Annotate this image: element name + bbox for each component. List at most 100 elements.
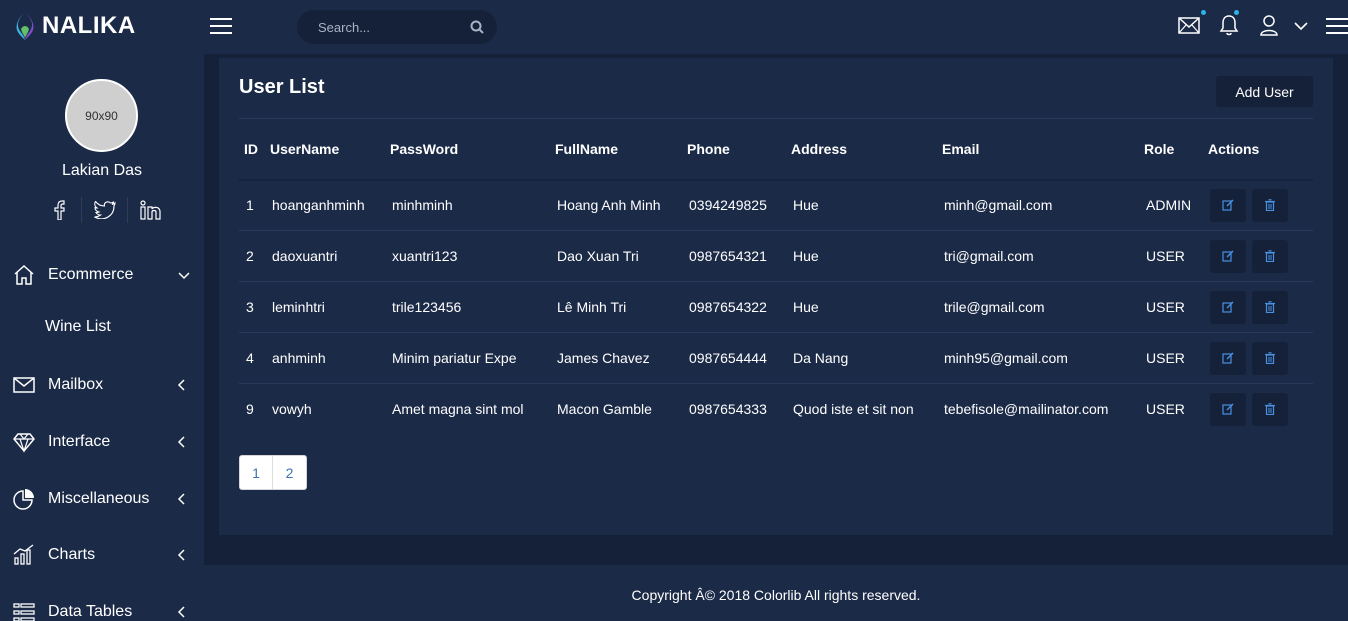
- cell-user-id: 4: [246, 350, 254, 366]
- edit-button[interactable]: [1210, 239, 1246, 273]
- cell-address: Quod iste et sit non: [793, 401, 914, 418]
- brand-logo[interactable]: NALIKA: [14, 8, 136, 44]
- sidebar-item-ecommerce[interactable]: Ecommerce: [0, 260, 204, 290]
- edit-button[interactable]: [1210, 341, 1246, 375]
- cell-address: Hue: [793, 299, 819, 315]
- avatar[interactable]: 90x90: [65, 79, 138, 152]
- cell-actions: [1203, 180, 1313, 231]
- sidebar-item-label: Data Tables: [48, 603, 133, 620]
- cell-user-id: 3: [246, 299, 254, 315]
- sidebar-toggle-icon[interactable]: [210, 17, 232, 35]
- cell-full-name: James Chavez: [557, 350, 650, 366]
- table-row[interactable]: 4 anhminh Minim pariatur Expe James Chavez 0…: [239, 333, 1313, 384]
- mail-notification-dot: [1201, 10, 1206, 15]
- cell-address: Da Nang: [793, 350, 849, 366]
- chevron-left-icon: [177, 379, 185, 391]
- page-link-1[interactable]: 1: [240, 456, 273, 489]
- delete-button[interactable]: [1252, 239, 1288, 273]
- cell-email: minh@gmail.com: [944, 197, 1053, 214]
- menu-icon[interactable]: [1326, 17, 1348, 35]
- footer: Copyright Â© 2018 Colorlib All rights re…: [204, 565, 1348, 621]
- table-row[interactable]: 9 vowyh Amet magna sint mol Macon Gamble 098…: [239, 384, 1313, 435]
- cell-password: Amet magna sint mol: [392, 401, 524, 418]
- cell-full-name: Dao Xuan Tri: [557, 248, 639, 264]
- column-header[interactable]: Address: [786, 119, 937, 180]
- page-link-2[interactable]: 2: [273, 456, 306, 489]
- cell-phone: 0987654333: [689, 401, 767, 418]
- edit-button[interactable]: [1210, 392, 1246, 426]
- mail-icon[interactable]: [1178, 17, 1200, 34]
- delete-button[interactable]: [1252, 290, 1288, 324]
- sidebar-item-data-tables[interactable]: Data Tables: [0, 597, 204, 621]
- edit-icon: [1222, 301, 1234, 313]
- edit-icon: [1222, 250, 1234, 262]
- trash-icon: [1265, 249, 1275, 262]
- sidebar-subitem-wine-list[interactable]: Wine List: [45, 318, 111, 336]
- column-header[interactable]: Role: [1139, 119, 1203, 180]
- edit-button[interactable]: [1210, 188, 1246, 222]
- cell-full-name: Macon Gamble: [557, 401, 652, 418]
- search-icon[interactable]: [470, 20, 484, 34]
- cell-email: minh95@gmail.com: [944, 350, 1068, 366]
- sidebar-item-label: Interface: [48, 433, 111, 450]
- sidebar-item-label: Charts: [48, 546, 96, 563]
- column-header[interactable]: FullName: [550, 119, 682, 180]
- cell-role: USER: [1146, 299, 1185, 315]
- copyright-text: Copyright Â© 2018 Colorlib All rights re…: [631, 587, 921, 603]
- column-header[interactable]: UserName: [265, 119, 385, 180]
- cell-username: daoxuantri: [272, 248, 338, 264]
- table-row[interactable]: 3 leminhtri trile123456 Lê Minh Tri 09876543…: [239, 282, 1313, 333]
- column-header[interactable]: PassWord: [385, 119, 550, 180]
- sidebar-item-miscellaneous[interactable]: Miscellaneous: [0, 484, 204, 514]
- cell-actions: [1203, 333, 1313, 384]
- chevron-down-icon[interactable]: [1294, 21, 1308, 31]
- column-header[interactable]: ID: [239, 119, 265, 180]
- facebook-link[interactable]: [36, 197, 82, 223]
- cell-user-id: 9: [246, 401, 254, 418]
- cell-actions: [1203, 384, 1313, 435]
- envelope-icon: [13, 377, 35, 393]
- column-header: Actions: [1208, 140, 1260, 157]
- column-header[interactable]: Email: [937, 119, 1139, 180]
- cell-address: Hue: [793, 197, 819, 214]
- brand-name: NALIKA: [42, 12, 136, 39]
- cell-user-id: 2: [246, 248, 254, 264]
- page-title: User List: [239, 76, 325, 98]
- table-header-row: ID UserName PassWord FullName Phone Addr…: [239, 118, 1313, 180]
- sidebar: 90x90 Lakian Das Ecommerce Wine List Mai…: [0, 54, 204, 621]
- twitter-link[interactable]: [82, 197, 128, 223]
- chevron-left-icon: [177, 493, 185, 505]
- search-input[interactable]: [297, 10, 497, 44]
- column-header[interactable]: Phone: [682, 119, 786, 180]
- edit-button[interactable]: [1210, 290, 1246, 324]
- cell-full-name: Lê Minh Tri: [557, 299, 627, 315]
- sidebar-item-interface[interactable]: Interface: [0, 427, 204, 457]
- edit-icon: [1222, 352, 1234, 364]
- bar-chart-icon: [13, 544, 34, 565]
- table-row[interactable]: 1 hoanganhminh minhminh Hoang Anh Minh 03942…: [239, 180, 1313, 231]
- sidebar-item-mailbox[interactable]: Mailbox: [0, 370, 204, 400]
- cell-password: Minim pariatur Expe: [392, 350, 517, 366]
- cell-phone: 0394249825: [689, 197, 767, 214]
- sidebar-item-label: Ecommerce: [48, 266, 134, 283]
- delete-button[interactable]: [1252, 392, 1288, 426]
- social-links: [36, 197, 176, 223]
- add-user-button[interactable]: Add User: [1216, 76, 1313, 107]
- cell-actions: [1203, 231, 1313, 282]
- cell-password: minhminh: [392, 197, 453, 214]
- delete-button[interactable]: [1252, 341, 1288, 375]
- linkedin-link[interactable]: [128, 197, 174, 223]
- cell-email: tebefisole@mailinator.com: [944, 401, 1109, 418]
- trash-icon: [1265, 351, 1275, 364]
- user-list-panel: User List Add User ID UserName PassWord …: [219, 58, 1333, 535]
- user-icon[interactable]: [1259, 14, 1279, 36]
- cell-role: USER: [1146, 350, 1185, 366]
- delete-button[interactable]: [1252, 188, 1288, 222]
- sidebar-item-charts[interactable]: Charts: [0, 540, 204, 570]
- bell-icon[interactable]: [1219, 14, 1239, 36]
- table-row[interactable]: 2 daoxuantri xuantri123 Dao Xuan Tri 0987654…: [239, 231, 1313, 282]
- sidebar-item-label: Mailbox: [48, 376, 104, 393]
- cell-address: Hue: [793, 248, 819, 264]
- cell-username: leminhtri: [272, 299, 325, 315]
- cell-username: vowyh: [272, 401, 312, 418]
